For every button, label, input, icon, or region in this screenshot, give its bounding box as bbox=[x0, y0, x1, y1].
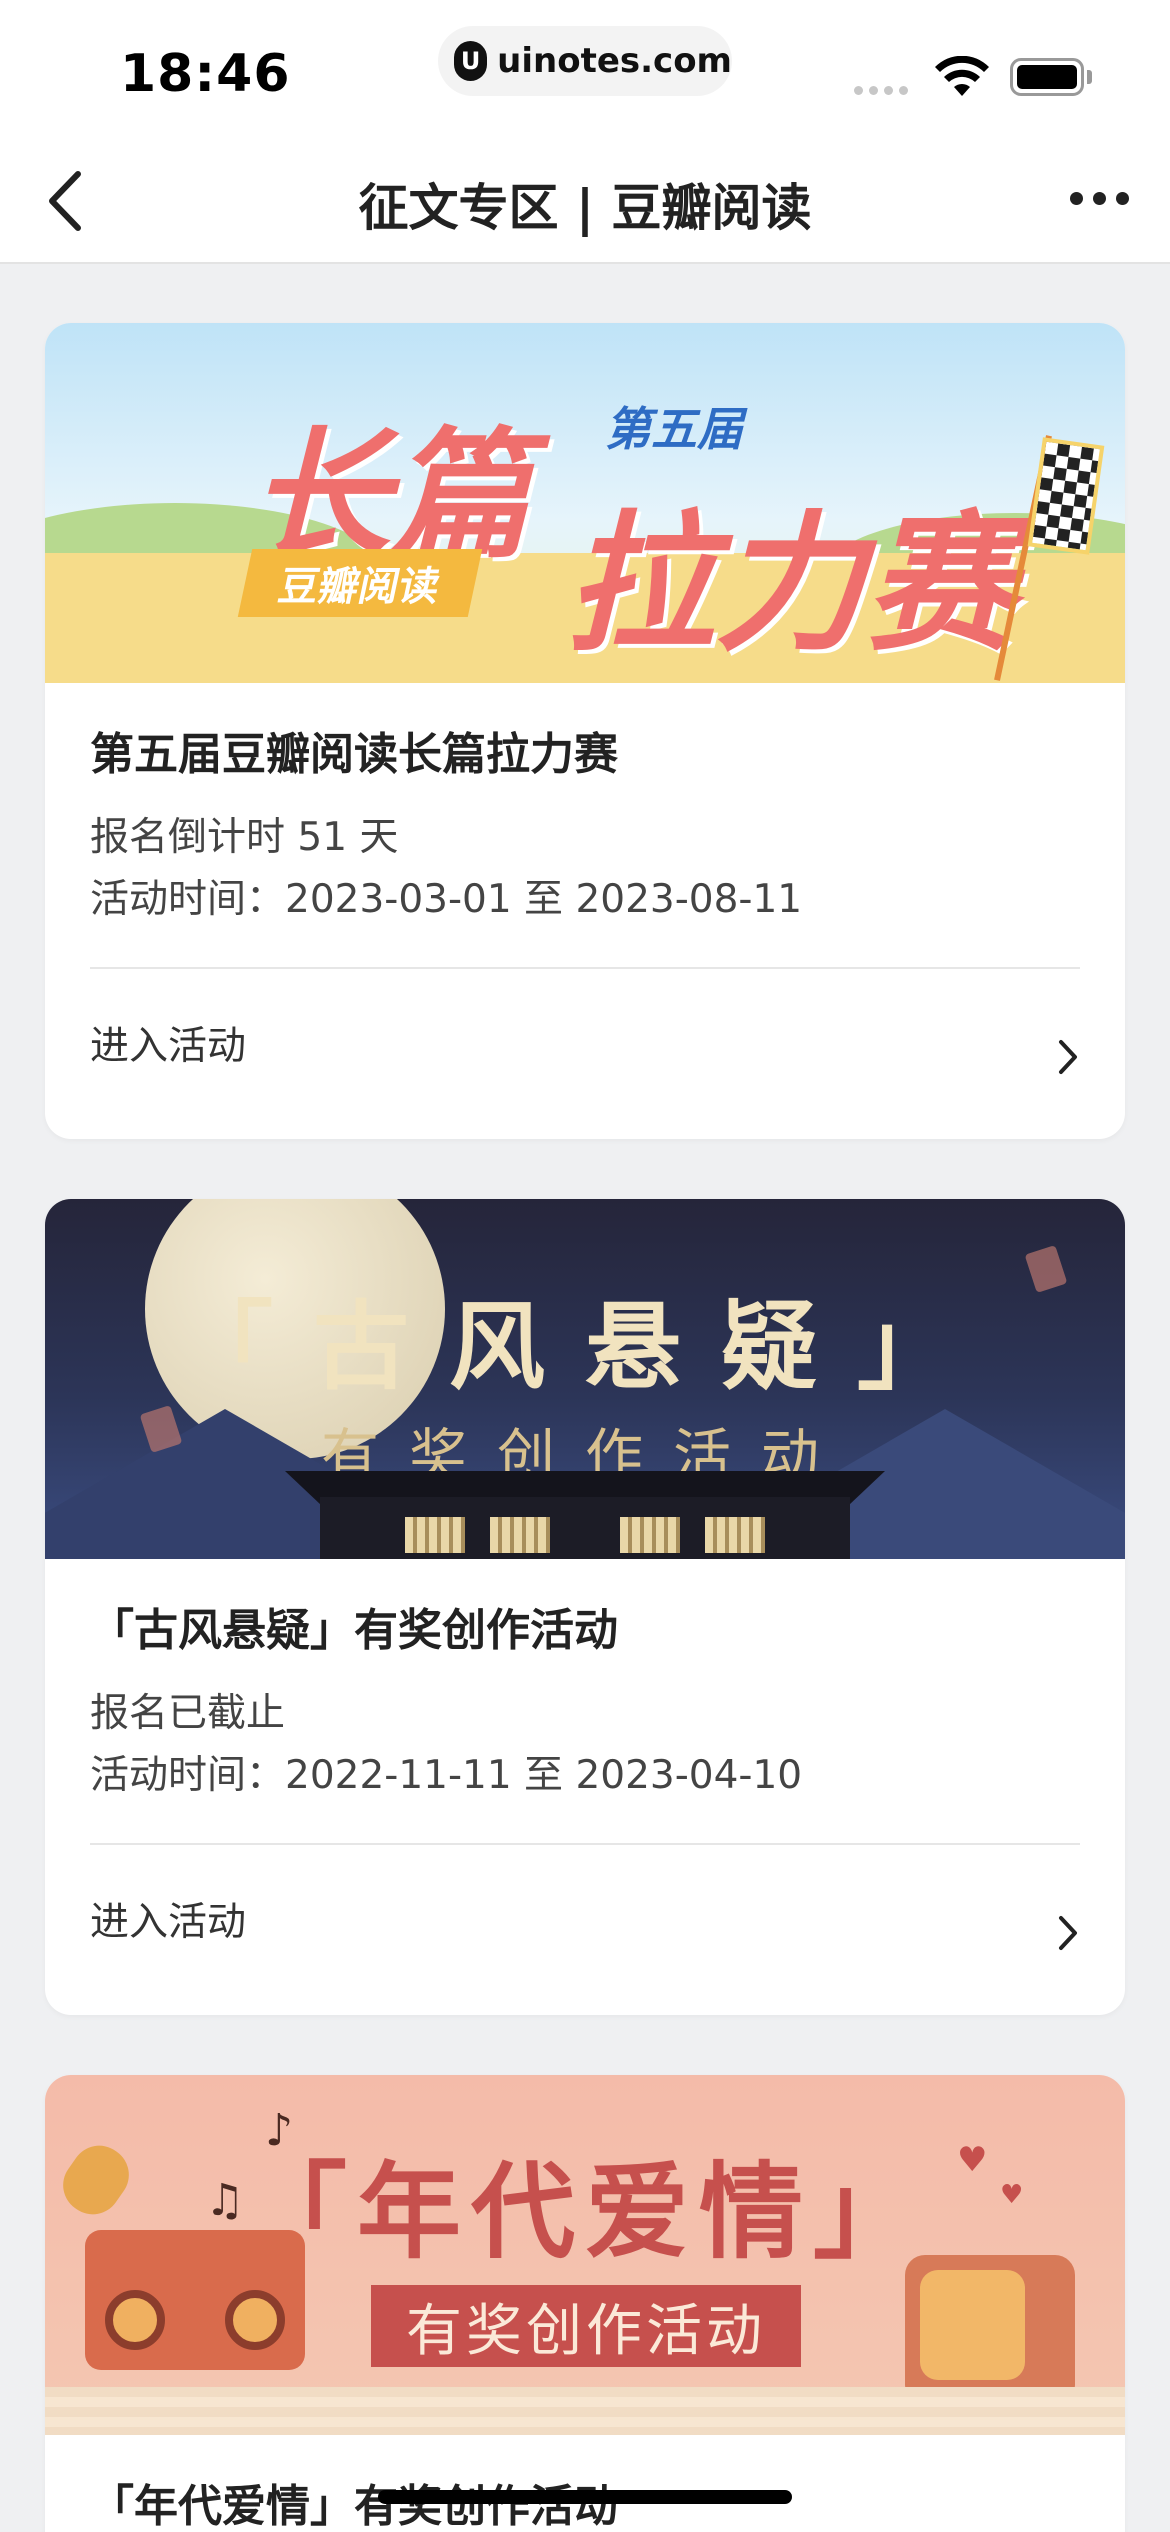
card-title: 「年代爱情」有奖创作活动 bbox=[90, 2481, 618, 2532]
page-title: 征文专区 | 豆瓣阅读 bbox=[358, 179, 812, 237]
window-illustration bbox=[405, 1517, 465, 1553]
signup-status: 报名倒计时 51 天 bbox=[90, 815, 399, 860]
battery-icon bbox=[1010, 58, 1084, 96]
more-horizontal-icon[interactable] bbox=[1070, 192, 1129, 205]
banner-edition-badge: 第五届 bbox=[605, 402, 743, 456]
banner-subline: 有奖创作活动 bbox=[371, 2285, 801, 2367]
watermark-logo-icon: U bbox=[454, 41, 488, 81]
speaker-illustration bbox=[105, 2290, 165, 2350]
card-title: 第五届豆瓣阅读长篇拉力赛 bbox=[90, 729, 618, 780]
nav-bar: 征文专区 | 豆瓣阅读 bbox=[0, 140, 1170, 264]
window-illustration bbox=[705, 1517, 765, 1553]
battery-tip bbox=[1087, 70, 1092, 84]
chevron-right-icon[interactable] bbox=[1056, 1037, 1080, 1077]
tv-screen bbox=[920, 2270, 1025, 2380]
watermark-pill: U uinotes.com bbox=[438, 26, 732, 96]
banner-headline-2: 拉力赛 bbox=[565, 498, 1016, 672]
card-title: 「古风悬疑」有奖创作活动 bbox=[90, 1605, 618, 1656]
activity-card-2[interactable]: 「古风悬疑」 有奖创作活动 「古风悬疑」有奖创作活动 报名已截止 活动时间：20… bbox=[45, 1199, 1125, 2015]
enter-activity-label[interactable]: 进入活动 bbox=[90, 1015, 246, 1071]
banner-stripe bbox=[45, 2387, 1125, 2435]
banner-headline: 「年代爱情」 bbox=[242, 2151, 927, 2273]
window-illustration bbox=[620, 1517, 680, 1553]
enter-activity-row[interactable]: 进入活动 bbox=[90, 1845, 1080, 1995]
signup-status: 报名已截止 bbox=[90, 1691, 286, 1736]
banner-headline: 「古风悬疑」 bbox=[177, 1290, 993, 1403]
building-illustration bbox=[320, 1497, 850, 1559]
speaker-illustration bbox=[225, 2290, 285, 2350]
enter-activity-label[interactable]: 进入活动 bbox=[90, 1891, 246, 1947]
watermark-text: uinotes.com bbox=[497, 41, 732, 81]
activity-card-3[interactable]: ♪ ♫ ♥ ♥ 「年代爱情」 有奖创作活动 「年代爱情」有奖创作活动 bbox=[45, 2075, 1125, 2532]
activity-card-1[interactable]: 长篇 拉力赛 豆瓣阅读 第五届 第五届豆瓣阅读长篇拉力赛 报名倒计时 51 天 … bbox=[45, 323, 1125, 1139]
window-illustration bbox=[490, 1517, 550, 1553]
banner-brand-tag: 豆瓣阅读 bbox=[237, 549, 483, 617]
activity-banner-3[interactable]: ♪ ♫ ♥ ♥ 「年代爱情」 有奖创作活动 bbox=[45, 2075, 1125, 2435]
cellular-signal-icon bbox=[854, 86, 908, 95]
activity-banner-2[interactable]: 「古风悬疑」 有奖创作活动 bbox=[45, 1199, 1125, 1559]
activity-period: 活动时间：2022-11-11 至 2023-04-10 bbox=[90, 1753, 803, 1798]
wifi-icon bbox=[935, 56, 989, 96]
activity-period: 活动时间：2023-03-01 至 2023-08-11 bbox=[90, 877, 803, 922]
activity-banner-1[interactable]: 长篇 拉力赛 豆瓣阅读 第五届 bbox=[45, 323, 1125, 683]
status-time: 18:46 bbox=[120, 44, 291, 104]
enter-activity-row[interactable]: 进入活动 bbox=[90, 969, 1080, 1119]
chevron-right-icon[interactable] bbox=[1056, 1913, 1080, 1953]
status-bar: 18:46 U uinotes.com bbox=[0, 0, 1170, 140]
home-indicator[interactable] bbox=[378, 2490, 792, 2504]
